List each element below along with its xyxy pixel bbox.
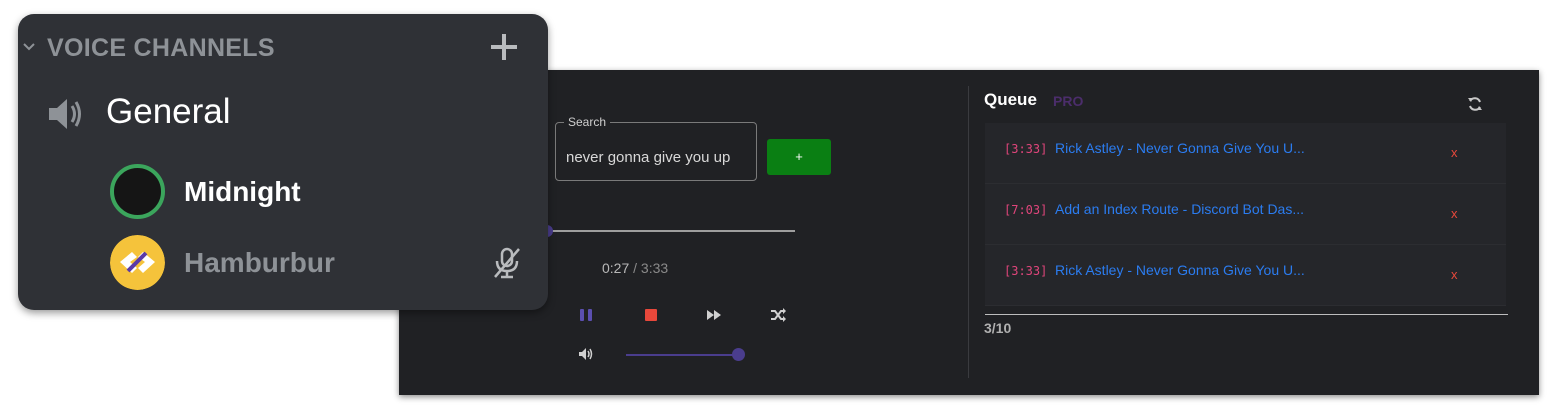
current-time: 0:27 [602, 260, 630, 276]
volume-icon[interactable] [577, 345, 595, 363]
member-name: Midnight [184, 176, 301, 207]
playback-time: 0:27 / 3:33 [602, 260, 668, 276]
pro-badge: PRO [1053, 93, 1084, 109]
queue-item: [3:33] Rick Astley - Never Gonna Give Yo… [985, 245, 1506, 306]
refresh-icon[interactable] [1467, 96, 1483, 112]
queue-item: [7:03] Add an Index Route - Discord Bot … [985, 184, 1506, 245]
speaker-icon [49, 99, 81, 129]
chevron-down-icon[interactable] [21, 39, 37, 55]
add-to-queue-button[interactable]: + [767, 139, 831, 175]
time-separator: / [629, 260, 641, 276]
pause-icon[interactable] [576, 305, 596, 325]
queue-item-duration: [7:03] [1004, 203, 1048, 217]
avatar [110, 164, 165, 219]
remove-button[interactable]: x [1451, 267, 1458, 282]
member-name: Hamburbur [184, 247, 335, 278]
voice-channel-panel: VOICE CHANNELS General Midnight Hamburbu… [18, 14, 548, 310]
voice-member[interactable]: Hamburbur [110, 235, 510, 291]
muted-microphone-icon [494, 247, 520, 279]
queue-count-max: /10 [991, 320, 1012, 336]
remove-button[interactable]: x [1451, 145, 1458, 160]
stop-icon[interactable] [641, 305, 661, 325]
total-time: 3:33 [640, 260, 669, 276]
queue-item-title[interactable]: Rick Astley - Never Gonna Give You U... [1055, 140, 1305, 156]
queue-divider [985, 314, 1508, 315]
queue-item: [3:33] Rick Astley - Never Gonna Give Yo… [985, 123, 1506, 184]
queue-list: [3:33] Rick Astley - Never Gonna Give Yo… [985, 123, 1506, 306]
queue-title: Queue [984, 90, 1037, 109]
queue-count: 3/10 [984, 320, 1011, 336]
seek-bar[interactable] [544, 230, 795, 232]
queue-item-title[interactable]: Add an Index Route - Discord Bot Das... [1055, 201, 1304, 217]
add-channel-icon[interactable] [488, 31, 520, 63]
queue-item-duration: [3:33] [1004, 264, 1048, 278]
queue-item-title[interactable]: Rick Astley - Never Gonna Give You U... [1055, 262, 1305, 278]
skip-icon[interactable] [704, 305, 724, 325]
voice-member[interactable]: Midnight [110, 164, 510, 220]
search-field[interactable]: Search never gonna give you up [555, 115, 757, 181]
remove-button[interactable]: x [1451, 206, 1458, 221]
volume-slider[interactable] [626, 354, 738, 356]
music-dashboard: Search never gonna give you up + 0:27 / … [399, 70, 1539, 395]
search-label: Search [564, 115, 611, 129]
queue-item-duration: [3:33] [1004, 142, 1048, 156]
shuffle-icon[interactable] [768, 305, 788, 325]
channel-name[interactable]: General [106, 92, 231, 132]
voice-channels-header[interactable]: VOICE CHANNELS [47, 34, 275, 63]
search-input[interactable]: never gonna give you up [566, 149, 730, 166]
queue-count-current: 3 [984, 320, 992, 336]
panel-divider [968, 86, 969, 378]
volume-handle[interactable] [732, 348, 745, 361]
avatar [110, 235, 165, 290]
